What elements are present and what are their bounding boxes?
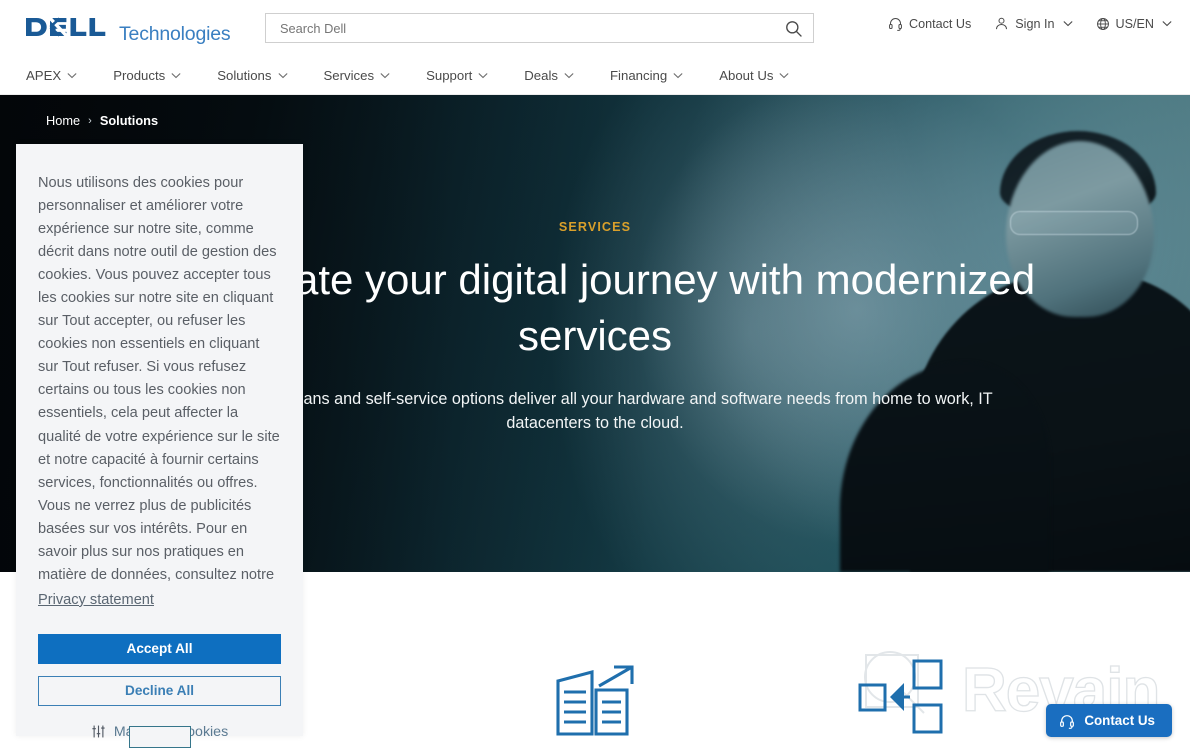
search-box[interactable] [265,13,814,43]
breadcrumb-separator-icon: › [88,114,92,127]
utility-sign-in[interactable]: Sign In [994,16,1073,31]
headset-icon [889,18,902,31]
chevron-down-icon [564,72,574,78]
chevron-down-icon [478,72,488,78]
breadcrumb-current: Solutions [99,113,159,128]
cookie-banner-body: Nous utilisons des cookies pour personna… [38,175,280,583]
floating-contact-us-label: Contact Us [1084,713,1155,728]
nav-item-support[interactable]: Support [426,68,488,83]
main-navigation: APEX Products Solutions Services Support… [0,56,1190,95]
nav-label: About Us [719,67,774,83]
nav-label: Deals [524,67,558,83]
nav-item-apex[interactable]: APEX [26,68,77,83]
floating-contact-us-button[interactable]: Contact Us [1046,704,1172,737]
utility-locale-label: US/EN [1115,16,1155,31]
headset-icon [1060,714,1075,729]
chevron-down-icon [277,72,288,78]
nav-item-solutions[interactable]: Solutions [217,67,288,83]
page-root: Technologies Contact Us [0,0,1190,753]
site-header: Technologies Contact Us [0,0,1190,56]
search-submit-button[interactable] [773,14,813,42]
sliders-icon [92,725,105,738]
nav-item-services[interactable]: Services [324,68,391,83]
nav-label: Financing [610,67,668,83]
search-icon [785,20,802,37]
chevron-down-icon [380,72,390,78]
person-icon [996,17,1008,30]
nav-item-about-us[interactable]: About Us [719,67,790,83]
chevron-down-icon [1162,21,1172,27]
dell-wordmark-icon [26,15,106,39]
breadcrumb-home[interactable]: Home [46,113,80,128]
nav-label: Support [426,67,473,83]
cookie-privacy-statement-link[interactable]: Privacy statement [38,589,281,612]
nav-label: Solutions [217,67,272,83]
chevron-down-icon [67,72,77,78]
chevron-down-icon [1062,21,1073,27]
utility-contact-us-label: Contact Us [908,16,972,31]
logo-technologies-text: Technologies [119,23,231,45]
chevron-down-icon [673,72,683,78]
utility-nav: Contact Us Sign In US/EN [888,16,1172,31]
search-input[interactable] [266,14,773,42]
nav-item-financing[interactable]: Financing [610,68,683,83]
buildings-growth-icon [556,665,634,736]
utility-contact-us[interactable]: Contact Us [888,16,971,31]
chevron-down-icon [779,72,790,78]
nav-item-deals[interactable]: Deals [524,68,574,83]
dell-technologies-logo[interactable]: Technologies [25,14,231,45]
chevron-down-icon [171,72,181,78]
nav-label: Products [113,67,166,83]
nav-item-products[interactable]: Products [113,68,181,83]
nav-label: APEX [26,67,62,83]
utility-sign-in-label: Sign In [1015,16,1055,31]
nav-label: Services [323,67,375,83]
utility-locale[interactable]: US/EN [1096,17,1173,31]
accept-all-cookies-button[interactable]: Accept All [38,633,281,664]
cookie-banner-secondary-control[interactable] [128,726,191,748]
breadcrumb: Home › Solutions [46,113,158,128]
globe-icon [1096,17,1109,30]
decline-all-cookies-button[interactable]: Decline All [38,675,281,706]
cookie-consent-banner: Nous utilisons des cookies pour personna… [16,144,303,748]
cookie-banner-actions: Accept All Decline All [38,633,281,706]
